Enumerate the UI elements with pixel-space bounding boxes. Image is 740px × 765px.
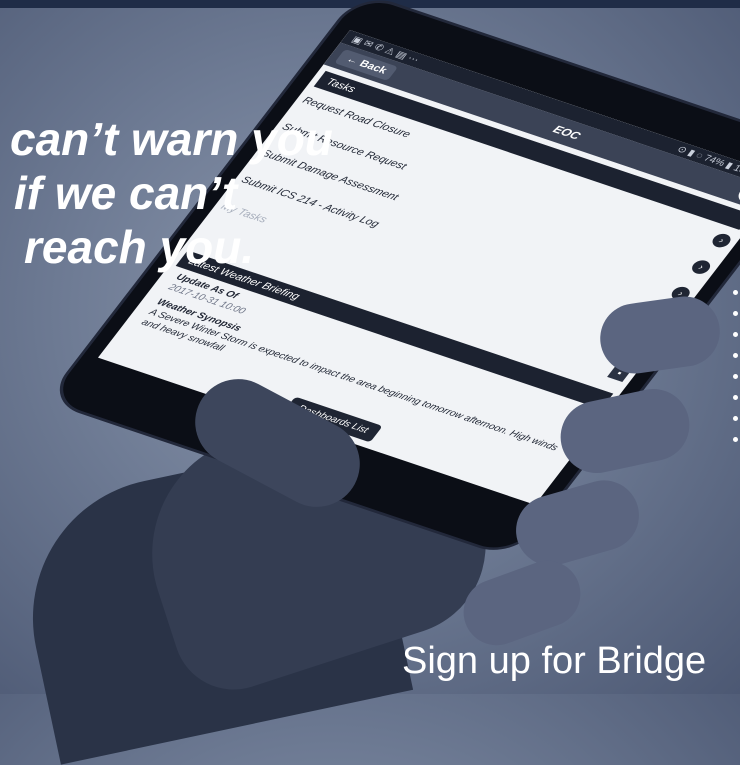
headline-line-1: can’t warn you bbox=[10, 113, 333, 165]
arrow-right-icon: › bbox=[709, 231, 734, 250]
bullet-dot bbox=[733, 311, 738, 316]
app-title: EOC bbox=[550, 122, 584, 143]
headline-line-3: reach you. bbox=[24, 221, 255, 273]
bullet-dot bbox=[733, 290, 738, 295]
bullet-dot bbox=[733, 332, 738, 337]
bullet-dot bbox=[733, 437, 738, 442]
headline: can’t warn you if we can’t reach you. bbox=[0, 112, 420, 274]
arrow-right-icon: › bbox=[688, 258, 714, 276]
bullet-dot bbox=[733, 416, 738, 421]
bullet-dot bbox=[733, 353, 738, 358]
signup-text[interactable]: Sign up for Bridge bbox=[402, 640, 740, 683]
bullet-dot bbox=[733, 374, 738, 379]
bullet-dot bbox=[733, 395, 738, 400]
bullet-dots bbox=[733, 290, 738, 458]
menu-icon[interactable]: ≡ bbox=[733, 182, 740, 207]
headline-line-2: if we can’t bbox=[14, 167, 238, 219]
